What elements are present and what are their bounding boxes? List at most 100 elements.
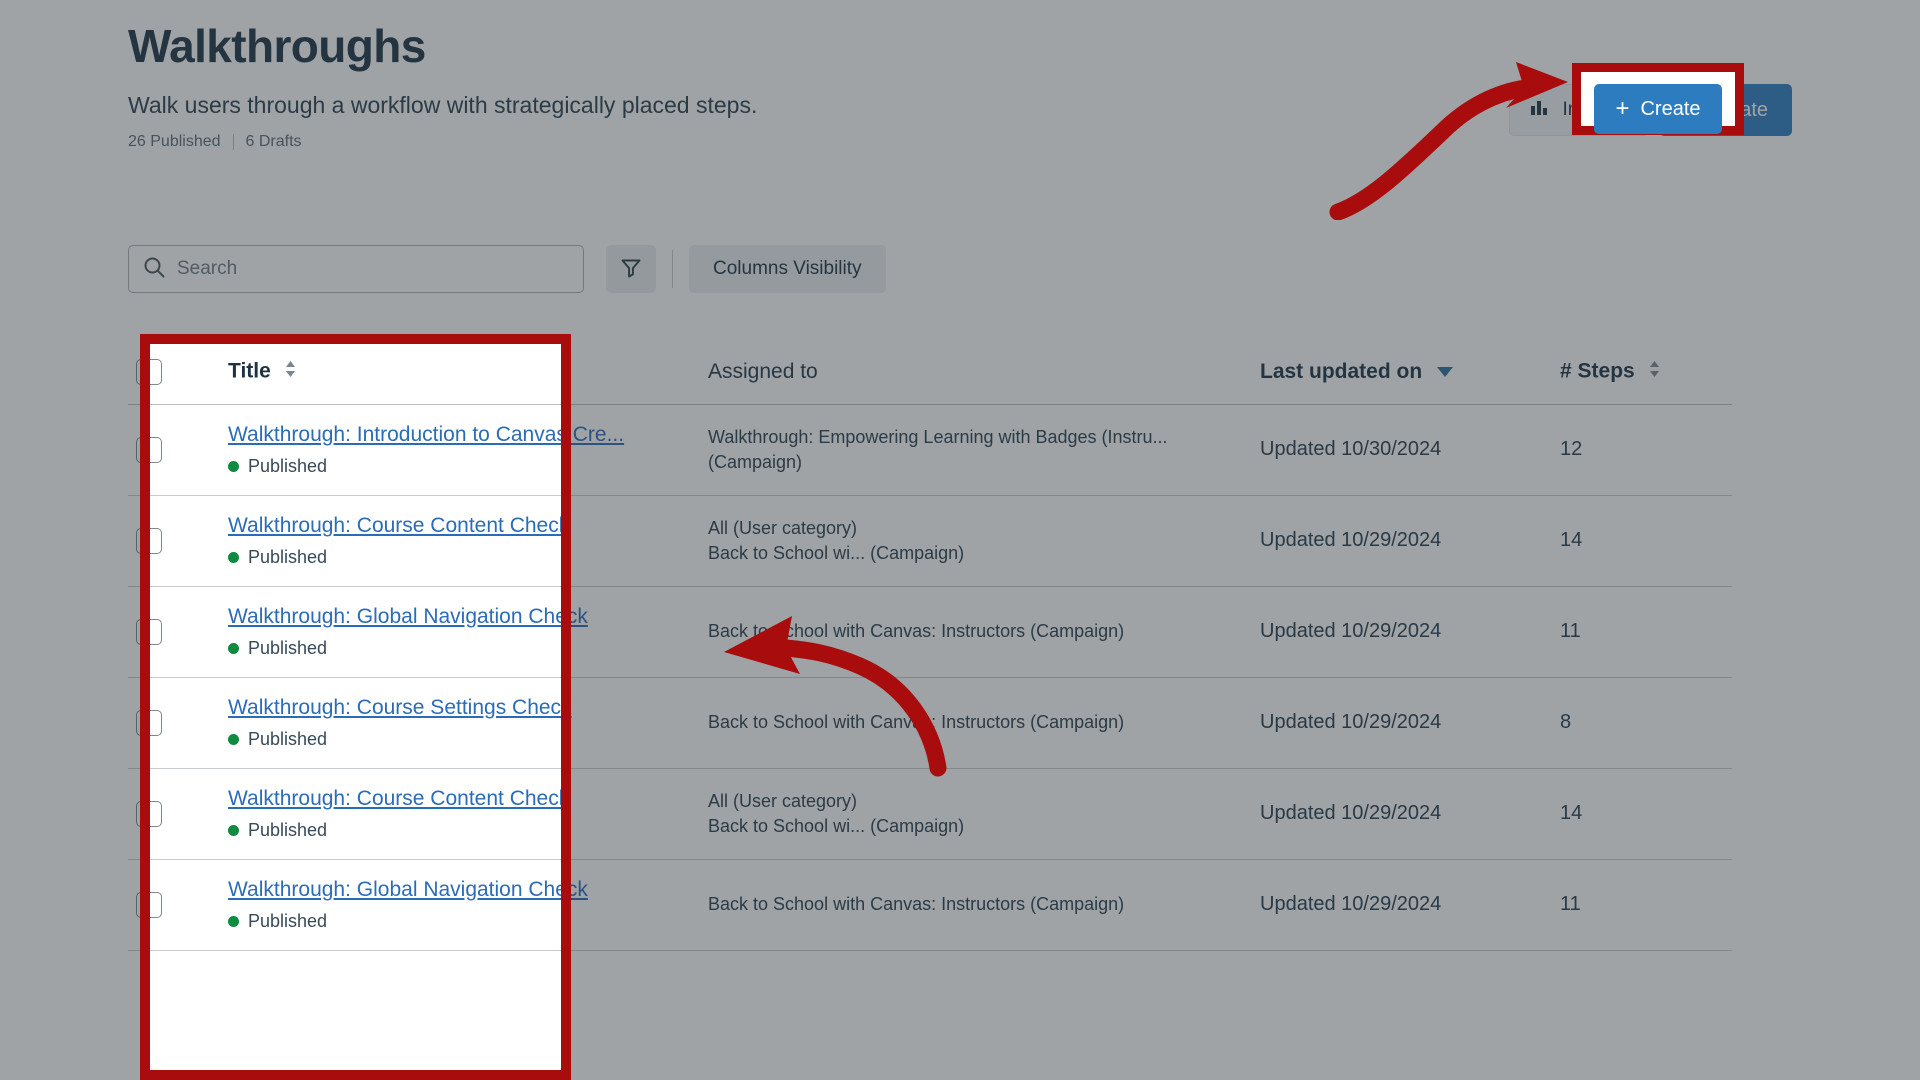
row-title-cell: Walkthrough: Course Settings Check Publis… bbox=[180, 677, 708, 769]
assigned-line-1: Back to School with Canvas: Instructors … bbox=[708, 712, 1125, 733]
row-title-cell: Walkthrough: Global Navigation Check Publ… bbox=[180, 586, 708, 678]
assigned-line-1: All (User category) bbox=[708, 791, 858, 812]
status-label: Published bbox=[248, 455, 328, 476]
search-input[interactable] bbox=[177, 258, 569, 280]
select-all-checkbox[interactable] bbox=[136, 358, 162, 385]
assigned-line-1: Back to School with Canvas: Instructors … bbox=[708, 621, 1125, 642]
column-header-assigned-to: Assigned to bbox=[708, 340, 1260, 405]
assigned-line-2: (Campaign) bbox=[708, 451, 803, 472]
page-header: Walkthroughs Walk users through a workfl… bbox=[128, 22, 1792, 151]
row-select-cell bbox=[128, 859, 180, 951]
walkthrough-title-link[interactable]: Walkthrough: Course Settings Check bbox=[228, 696, 572, 720]
row-steps-cell: 8 bbox=[1560, 677, 1732, 769]
last-updated-value: Updated 10/29/2024 bbox=[1260, 529, 1442, 551]
create-label: Create bbox=[1640, 97, 1701, 120]
walkthrough-title-link[interactable]: Walkthrough: Course Content Check bbox=[228, 787, 569, 811]
row-title-cell: Walkthrough: Global Navigation Check Publ… bbox=[180, 859, 708, 951]
status-badge: Published bbox=[228, 820, 708, 841]
column-header-title[interactable]: Title bbox=[180, 340, 708, 405]
walkthrough-title-link[interactable]: Walkthrough: Introduction to Canvas Cre.… bbox=[228, 423, 624, 447]
row-assigned-cell: Back to School with Canvas: Instructors … bbox=[708, 586, 1260, 678]
column-header-title-label: Title bbox=[228, 359, 271, 383]
status-label: Published bbox=[248, 546, 328, 567]
row-assigned-cell: Back to School with Canvas: Instructors … bbox=[708, 859, 1260, 951]
table-toolbar: Columns Visibility bbox=[128, 245, 886, 293]
steps-count: 14 bbox=[1560, 802, 1583, 824]
walkthrough-title-link[interactable]: Walkthrough: Global Navigation Check bbox=[228, 605, 588, 629]
sort-arrows-icon bbox=[1648, 359, 1661, 385]
status-dot-icon bbox=[228, 642, 239, 654]
columns-visibility-button[interactable]: Columns Visibility bbox=[689, 245, 886, 293]
status-label: Published bbox=[248, 637, 328, 658]
column-header-assigned-to-label: Assigned to bbox=[708, 359, 818, 383]
status-dot-icon bbox=[228, 915, 239, 927]
row-checkbox[interactable] bbox=[136, 709, 162, 736]
status-dot-icon bbox=[228, 551, 239, 563]
create-button-overlay[interactable]: + Create bbox=[1594, 84, 1722, 134]
sort-arrows-icon bbox=[284, 359, 297, 385]
last-updated-value: Updated 10/29/2024 bbox=[1260, 620, 1442, 642]
table-row: Walkthrough: Global Navigation Check Publ… bbox=[128, 586, 1732, 678]
walkthroughs-table: Title Assigned to Last updated on # Step… bbox=[128, 340, 1732, 951]
sort-descending-icon bbox=[1437, 367, 1454, 378]
plus-icon: + bbox=[1615, 95, 1630, 122]
status-badge: Published bbox=[228, 638, 708, 659]
table-row: Walkthrough: Global Navigation Check Publ… bbox=[128, 859, 1732, 951]
status-dot-icon bbox=[228, 824, 239, 836]
search-box[interactable] bbox=[128, 245, 584, 293]
table-body: Walkthrough: Introduction to Canvas Cre.… bbox=[128, 404, 1732, 951]
status-label: Published bbox=[248, 728, 328, 749]
assigned-line-1: All (User category) bbox=[708, 518, 858, 539]
row-checkbox[interactable] bbox=[136, 618, 162, 645]
last-updated-value: Updated 10/29/2024 bbox=[1260, 802, 1442, 824]
row-updated-cell: Updated 10/29/2024 bbox=[1260, 677, 1560, 769]
row-title-cell: Walkthrough: Course Content Check Publish… bbox=[180, 495, 708, 587]
walkthrough-title-link[interactable]: Walkthrough: Course Content Check bbox=[228, 514, 569, 538]
last-updated-value: Updated 10/30/2024 bbox=[1260, 438, 1442, 460]
row-title-cell: Walkthrough: Course Content Check Publish… bbox=[180, 768, 708, 860]
row-updated-cell: Updated 10/30/2024 bbox=[1260, 404, 1560, 496]
assigned-line-1: Back to School with Canvas: Instructors … bbox=[708, 894, 1125, 915]
table-header: Title Assigned to Last updated on # Step… bbox=[128, 340, 1732, 405]
toolbar-divider bbox=[672, 250, 673, 288]
page-title: Walkthroughs bbox=[128, 20, 426, 72]
status-badge: Published bbox=[228, 456, 708, 477]
status-badge: Published bbox=[228, 729, 708, 750]
steps-count: 8 bbox=[1560, 711, 1572, 733]
column-header-steps[interactable]: # Steps bbox=[1560, 340, 1732, 405]
status-dot-icon bbox=[228, 733, 239, 745]
row-assigned-cell: Back to School with Canvas: Instructors … bbox=[708, 677, 1260, 769]
status-dot-icon bbox=[228, 460, 239, 472]
search-icon bbox=[143, 256, 165, 283]
table-row: Walkthrough: Course Content Check Publish… bbox=[128, 495, 1732, 587]
row-updated-cell: Updated 10/29/2024 bbox=[1260, 586, 1560, 678]
stats-divider bbox=[232, 134, 234, 151]
row-select-cell bbox=[128, 768, 180, 860]
row-checkbox[interactable] bbox=[136, 800, 162, 827]
select-all-header bbox=[128, 340, 180, 405]
column-header-steps-label: # Steps bbox=[1560, 359, 1635, 383]
row-updated-cell: Updated 10/29/2024 bbox=[1260, 495, 1560, 587]
table-row: Walkthrough: Course Content Check Publish… bbox=[128, 768, 1732, 860]
last-updated-value: Updated 10/29/2024 bbox=[1260, 893, 1442, 915]
row-checkbox[interactable] bbox=[136, 527, 162, 554]
assigned-line-2: Back to School wi... (Campaign) bbox=[708, 815, 965, 836]
row-checkbox[interactable] bbox=[136, 891, 162, 918]
column-header-last-updated[interactable]: Last updated on bbox=[1260, 340, 1560, 405]
bar-chart-icon bbox=[1530, 97, 1552, 123]
row-assigned-cell: All (User category) Back to School wi... … bbox=[708, 768, 1260, 860]
row-select-cell bbox=[128, 677, 180, 769]
walkthrough-title-link[interactable]: Walkthrough: Global Navigation Check bbox=[228, 878, 588, 902]
row-steps-cell: 14 bbox=[1560, 768, 1732, 860]
filter-button[interactable] bbox=[606, 245, 656, 293]
assigned-line-2: Back to School wi... (Campaign) bbox=[708, 542, 965, 563]
row-steps-cell: 12 bbox=[1560, 404, 1732, 496]
published-count: 26 Published bbox=[128, 133, 221, 151]
row-checkbox[interactable] bbox=[136, 436, 162, 463]
status-badge: Published bbox=[228, 547, 708, 568]
row-select-cell bbox=[128, 586, 180, 678]
steps-count: 14 bbox=[1560, 529, 1583, 551]
last-updated-value: Updated 10/29/2024 bbox=[1260, 711, 1442, 733]
row-assigned-cell: All (User category) Back to School wi... … bbox=[708, 495, 1260, 587]
row-title-cell: Walkthrough: Introduction to Canvas Cre.… bbox=[180, 404, 708, 496]
